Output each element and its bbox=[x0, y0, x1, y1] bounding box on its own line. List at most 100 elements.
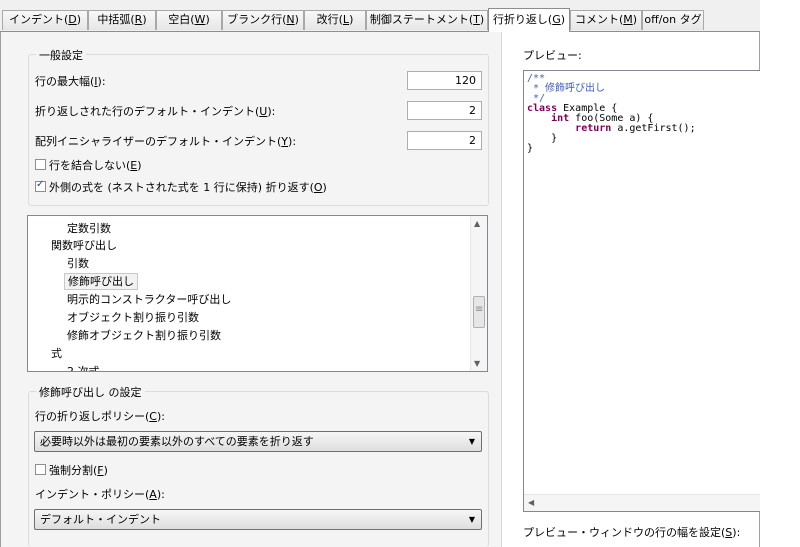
code-text: } bbox=[551, 133, 558, 144]
tree-item[interactable]: 式 bbox=[51, 345, 62, 362]
preview-label: プレビュー: bbox=[523, 49, 582, 62]
label-mnemonic: C bbox=[149, 410, 157, 423]
label-text: プレビュー・ウィンドウの行の幅を設定( bbox=[523, 526, 726, 539]
label-text: 行の最大幅( bbox=[35, 75, 95, 88]
settings-group-title: 修飾呼び出し の設定 bbox=[36, 384, 145, 400]
chevron-down-icon: ▼ bbox=[468, 437, 475, 446]
never-join-label[interactable]: 行を結合しない(E) bbox=[49, 157, 142, 173]
tree-item[interactable]: 2 次式 bbox=[67, 363, 100, 371]
code-keyword: int bbox=[551, 113, 570, 124]
max-width-label: 行の最大幅(I): bbox=[35, 73, 106, 89]
tab-comments[interactable]: コメント(M) bbox=[570, 10, 642, 30]
label-text: 折り返しされた行のデフォルト・インデント( bbox=[35, 105, 260, 118]
tab-label: off/on タグ bbox=[644, 13, 702, 26]
label-text-end: ): bbox=[97, 75, 106, 88]
label-text: 行を結合しない( bbox=[49, 159, 131, 172]
tab-whitespace[interactable]: 空白(W) bbox=[156, 10, 222, 30]
tab-mnemonic: D bbox=[68, 13, 77, 26]
tab-label: 中括弧( bbox=[97, 13, 135, 26]
tab-bar: インデント(D) 中括弧(R) 空白(W) ブランク行(N) 改行(L) 制御ス… bbox=[0, 0, 800, 32]
tab-control-statements[interactable]: 制御ステートメント(T) bbox=[366, 10, 488, 30]
wrap-policy-label: 行の折り返しポリシー(C): bbox=[35, 408, 165, 424]
tree-item[interactable]: 関数呼び出し bbox=[51, 237, 117, 254]
tab-label: インデント( bbox=[8, 13, 69, 26]
label-text-end: ): bbox=[267, 105, 276, 118]
tree-item-selected[interactable]: 修飾呼び出し bbox=[64, 273, 138, 290]
tab-off-on-tags[interactable]: off/on タグ bbox=[642, 10, 704, 30]
force-split-label[interactable]: 強制分割(F) bbox=[49, 462, 108, 478]
tab-label: 行折り返し( bbox=[492, 13, 553, 26]
preview-hscrollbar[interactable]: ◀ bbox=[524, 494, 760, 511]
right-strip bbox=[760, 0, 800, 547]
label-text: 強制分割( bbox=[49, 464, 98, 477]
label-text: 配列イニシャライザーのデフォルト・インデント( bbox=[35, 135, 282, 148]
force-split-checkbox[interactable] bbox=[35, 464, 46, 475]
tab-label: 改行( bbox=[316, 13, 343, 26]
code-keyword: return bbox=[575, 123, 612, 134]
tab-new-lines[interactable]: 改行(L) bbox=[304, 10, 366, 30]
tab-label-end: ) bbox=[142, 13, 147, 26]
scroll-down-arrow-icon[interactable]: ▼ bbox=[474, 359, 480, 368]
tab-label-end: ) bbox=[632, 13, 638, 26]
tab-label: 空白( bbox=[168, 13, 195, 26]
tab-mnemonic: T bbox=[473, 13, 480, 26]
wrap-outer-label[interactable]: 外側の式を (ネストされた式を 1 行に保持) 折り返す(O) bbox=[49, 179, 327, 195]
tab-mnemonic: W bbox=[194, 13, 206, 26]
general-settings-title: 一般設定 bbox=[36, 47, 86, 63]
array-indent-input[interactable]: 2 bbox=[407, 131, 482, 150]
label-text: インデント・ポリシー( bbox=[35, 488, 150, 501]
tab-label-end: ) bbox=[294, 13, 299, 26]
label-text: 外側の式を (ネストされた式を 1 行に保持) 折り返す( bbox=[49, 181, 314, 194]
indent-policy-select[interactable]: デフォルト・インデント ▼ bbox=[34, 509, 482, 530]
scroll-thumb[interactable] bbox=[473, 296, 485, 328]
label-text-end: ) bbox=[322, 181, 327, 194]
code-text: } bbox=[527, 143, 534, 154]
code-text: a.getFirst(); bbox=[611, 123, 696, 134]
tab-braces[interactable]: 中括弧(R) bbox=[88, 10, 156, 30]
wrap-outer-checkbox[interactable] bbox=[35, 179, 46, 192]
label-text-end: ) bbox=[137, 159, 142, 172]
tab-label: ブランク行( bbox=[227, 13, 287, 26]
label-text-end: ): bbox=[156, 488, 165, 501]
wrap-policy-select[interactable]: 必要時以外は最初の要素以外のすべての要素を折り返す ▼ bbox=[34, 431, 482, 452]
label-mnemonic: A bbox=[149, 488, 157, 501]
tree-item[interactable]: 定数引数 bbox=[67, 220, 111, 237]
tab-mnemonic: M bbox=[623, 13, 633, 26]
preview-width-label: プレビュー・ウィンドウの行の幅を設定(S): bbox=[523, 524, 740, 540]
wrap-policy-value: 必要時以外は最初の要素以外のすべての要素を折り返す bbox=[40, 435, 314, 448]
settings-panel: 一般設定 行の最大幅(I): 120 折り返しされた行のデフォルト・インデント(… bbox=[1, 32, 502, 547]
tab-label: コメント( bbox=[574, 13, 624, 26]
element-tree[interactable]: 定数引数 関数呼び出し 引数 修飾呼び出し 明示的コンストラクター呼び出し オブ… bbox=[27, 215, 488, 372]
preview-code: /** * 修飾呼び出し */ class Example { int foo(… bbox=[527, 74, 696, 154]
tree-scrollbar[interactable]: ▲ ▼ bbox=[470, 216, 487, 371]
tab-mnemonic: N bbox=[286, 13, 295, 26]
chevron-down-icon: ▼ bbox=[468, 515, 475, 524]
tree-item[interactable]: 引数 bbox=[67, 255, 89, 272]
tab-label-end: ) bbox=[76, 13, 82, 26]
array-indent-label: 配列イニシャライザーのデフォルト・インデント(Y): bbox=[35, 133, 296, 149]
tab-label: 制御ステートメント( bbox=[369, 13, 474, 26]
label-text-end: ) bbox=[103, 464, 108, 477]
label-text-end: ): bbox=[156, 410, 165, 423]
label-text: 行の折り返しポリシー( bbox=[35, 410, 150, 423]
scroll-up-arrow-icon[interactable]: ▲ bbox=[474, 219, 480, 228]
tab-label-end: ) bbox=[479, 13, 485, 26]
scroll-left-arrow-icon[interactable]: ◀ bbox=[528, 498, 534, 507]
label-text-end: ): bbox=[288, 135, 297, 148]
tab-indent[interactable]: インデント(D) bbox=[2, 10, 88, 30]
never-join-checkbox[interactable] bbox=[35, 159, 46, 170]
tab-mnemonic: G bbox=[552, 13, 561, 26]
tab-line-wrapping[interactable]: 行折り返し(G) bbox=[488, 8, 570, 32]
label-text-end: ): bbox=[732, 526, 741, 539]
label-mnemonic: O bbox=[313, 181, 323, 194]
wrapped-indent-input[interactable]: 2 bbox=[407, 101, 482, 120]
tree-item[interactable]: 明示的コンストラクター呼び出し bbox=[67, 291, 231, 308]
tab-label-end: ) bbox=[205, 13, 210, 26]
tree-item[interactable]: オブジェクト割り振り引数 bbox=[67, 309, 199, 326]
max-width-input[interactable]: 120 bbox=[407, 71, 482, 90]
tab-blank-lines[interactable]: ブランク行(N) bbox=[222, 10, 304, 30]
tab-label-end: ) bbox=[560, 13, 566, 26]
tree-item[interactable]: 修飾オブジェクト割り振り引数 bbox=[67, 327, 221, 344]
indent-policy-label: インデント・ポリシー(A): bbox=[35, 486, 165, 502]
wrapped-indent-label: 折り返しされた行のデフォルト・インデント(U): bbox=[35, 103, 275, 119]
